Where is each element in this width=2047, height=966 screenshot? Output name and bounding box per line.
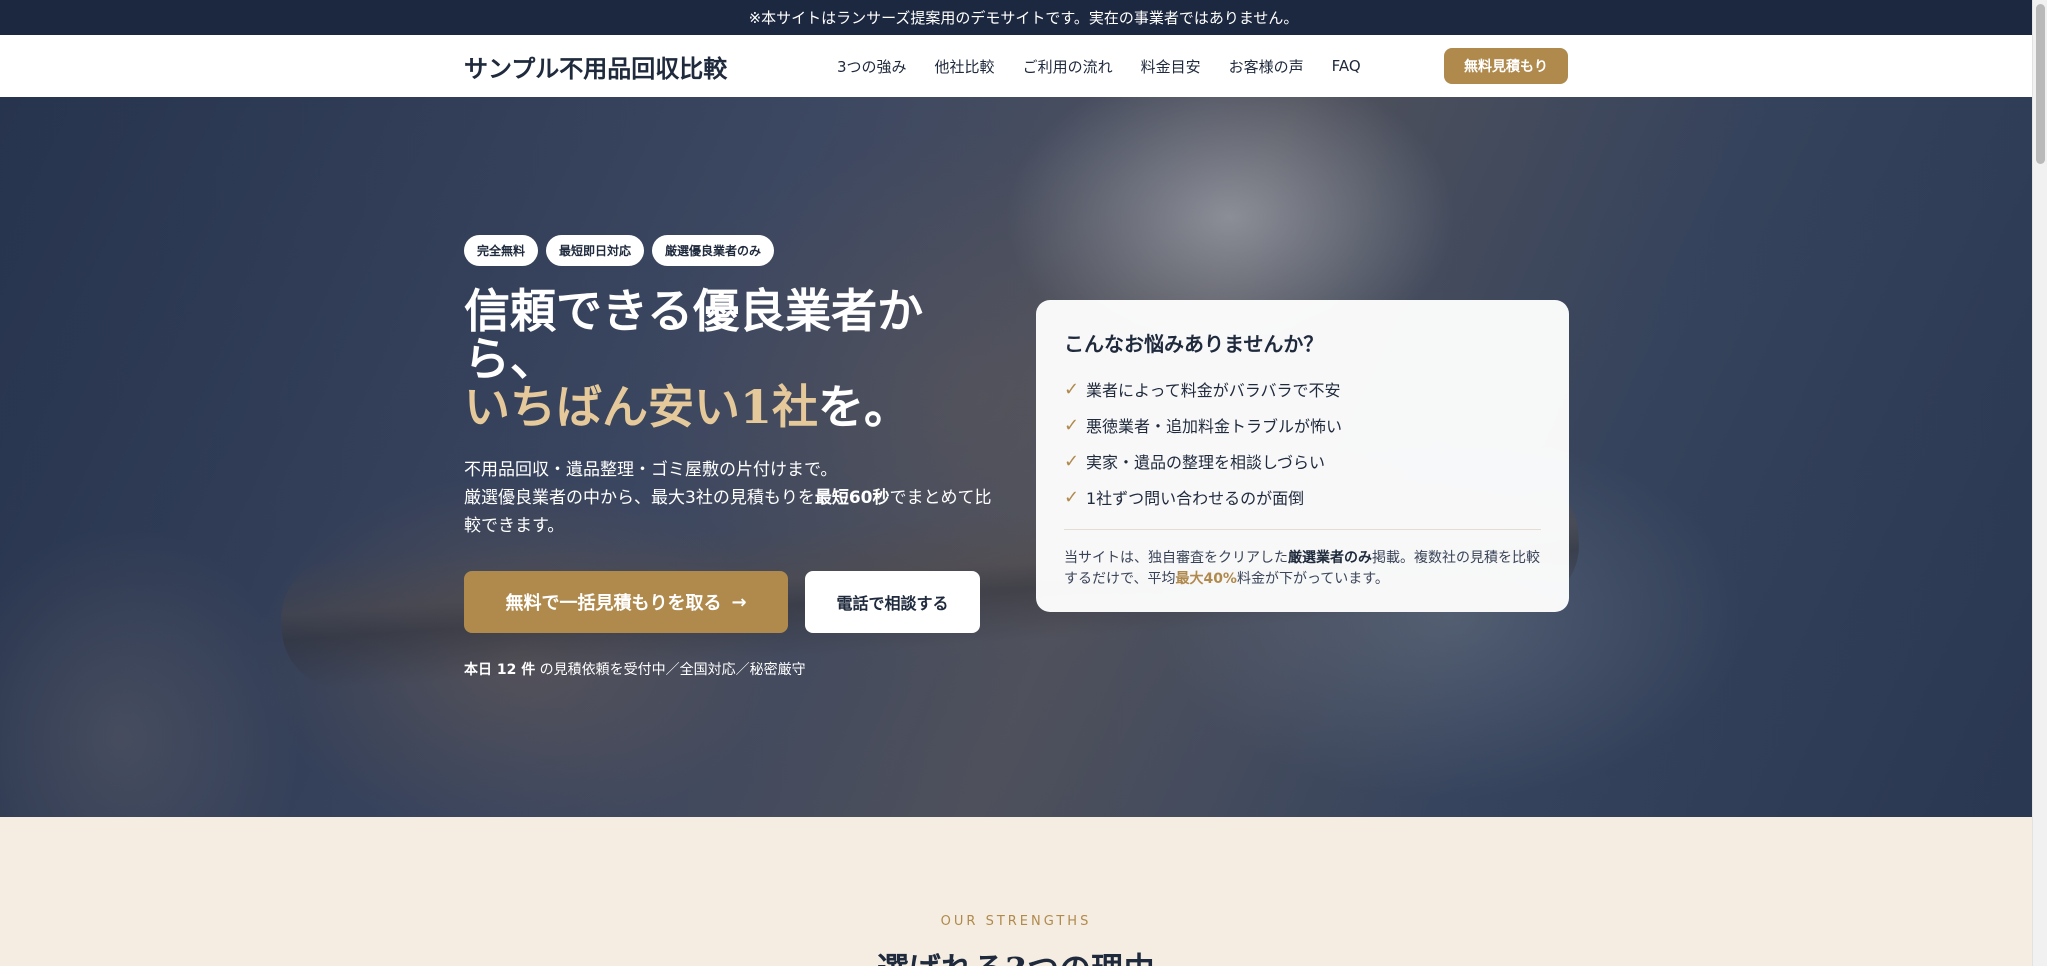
check-icon: ✓: [1064, 486, 1080, 508]
demo-notice-banner: ※本サイトはランサーズ提案用のデモサイトです。実在の事業者ではありません。: [0, 0, 2047, 35]
concerns-card: こんなお悩みありませんか？ ✓ 業者によって料金がバラバラで不安 ✓ 悪徳業者・追加…: [1036, 300, 1569, 612]
badge-same-day: 最短即日対応: [546, 235, 645, 266]
concern-text: 悪徳業者・追加料金トラブルが怖い: [1086, 417, 1343, 436]
hero-title-end: を。: [818, 380, 911, 434]
header-quote-button[interactable]: 無料見積もり: [1444, 48, 1568, 84]
check-icon: ✓: [1064, 450, 1080, 472]
nav-link-faq[interactable]: FAQ: [1332, 57, 1361, 75]
site-logo[interactable]: サンプル不用品回収比較: [464, 49, 727, 84]
site-header: サンプル不用品回収比較 3つの強み 他社比較 ご利用の流れ 料金目安 お客様の声…: [0, 35, 2047, 97]
check-icon: ✓: [1064, 378, 1080, 400]
concern-text: 1社ずつ問い合わせるのが面倒: [1086, 489, 1305, 508]
nav-link-reviews[interactable]: お客様の声: [1229, 56, 1304, 77]
nav-link-pricing[interactable]: 料金目安: [1141, 56, 1201, 77]
hero-title: 信頼できる優良業者から、 いちばん安い1社を。: [464, 287, 984, 431]
hero-sub-highlight: 最短60秒: [814, 488, 890, 508]
badge-selected-vendors: 厳選優良業者のみ: [652, 235, 775, 266]
today-count: 本日 12 件: [464, 662, 536, 678]
bulk-quote-label: 無料で一括見積もりを取る: [505, 593, 722, 614]
hero-sub-line1: 不用品回収・遺品整理・ゴミ屋敷の片付けまで。: [464, 460, 838, 480]
strengths-section-title: 選ばれる3つの理由: [0, 944, 2032, 966]
concern-text: 業者によって料金がバラバラで不安: [1086, 381, 1341, 400]
desc-highlight-discount: 最大40%: [1175, 571, 1237, 587]
strengths-section-label: OUR STRENGTHS: [940, 914, 1092, 929]
concerns-list: ✓ 業者によって料金がバラバラで不安 ✓ 悪徳業者・追加料金トラブルが怖い ✓ 実家・…: [1064, 371, 1541, 515]
hero-overlay: [0, 97, 2032, 817]
desc-post: 料金が下がっています。: [1236, 571, 1389, 587]
hero-title-accent: いちばん安い1社: [464, 380, 819, 434]
hero-subtitle: 不用品回収・遺品整理・ゴミ屋敷の片付けまで。 厳選優良業者の中から、最大3社の見積…: [464, 456, 994, 540]
badge-free: 完全無料: [464, 235, 539, 266]
arrow-right-icon: →: [731, 591, 747, 613]
concern-item: ✓ 悪徳業者・追加料金トラブルが怖い: [1064, 407, 1541, 443]
nav-link-comparison[interactable]: 他社比較: [935, 56, 995, 77]
page-scrollbar[interactable]: [2032, 0, 2047, 966]
phone-consult-button[interactable]: 電話で相談する: [805, 571, 980, 633]
desc-pre: 当サイトは、独自審査をクリアした: [1064, 550, 1288, 566]
hero-status-note: 本日 12 件 の見積依頼を受付中／全国対応／秘密厳守: [464, 659, 806, 679]
hero-note-rest: の見積依頼を受付中／全国対応／秘密厳守: [535, 662, 806, 678]
concern-item: ✓ 1社ずつ問い合わせるのが面倒: [1064, 479, 1541, 515]
hero-title-line1: 信頼できる優良業者から、: [464, 284, 924, 386]
main-nav: 3つの強み 他社比較 ご利用の流れ 料金目安 お客様の声 FAQ: [837, 35, 1361, 97]
concerns-card-description: 当サイトは、独自審査をクリアした厳選業者のみ掲載。複数社の見積を比較するだけで、…: [1064, 548, 1541, 590]
hero-badges: 完全無料 最短即日対応 厳選優良業者のみ: [464, 235, 775, 266]
desc-highlight-vendors: 厳選業者のみ: [1288, 550, 1372, 566]
concerns-card-title: こんなお悩みありませんか？: [1064, 332, 1324, 356]
check-icon: ✓: [1064, 414, 1080, 436]
hero-sub-line2-pre: 厳選優良業者の中から、最大3社の見積もりを: [464, 488, 815, 508]
card-divider: [1064, 529, 1541, 530]
hero-section: 完全無料 最短即日対応 厳選優良業者のみ 信頼できる優良業者から、 いちばん安い1…: [0, 97, 2032, 817]
bulk-quote-button[interactable]: 無料で一括見積もりを取る →: [464, 571, 788, 633]
concern-item: ✓ 業者によって料金がバラバラで不安: [1064, 371, 1541, 407]
nav-link-flow[interactable]: ご利用の流れ: [1023, 56, 1113, 77]
scrollbar-thumb[interactable]: [2036, 4, 2045, 164]
concern-text: 実家・遺品の整理を相談しづらい: [1086, 453, 1326, 472]
concern-item: ✓ 実家・遺品の整理を相談しづらい: [1064, 443, 1541, 479]
nav-link-strengths[interactable]: 3つの強み: [837, 56, 907, 77]
